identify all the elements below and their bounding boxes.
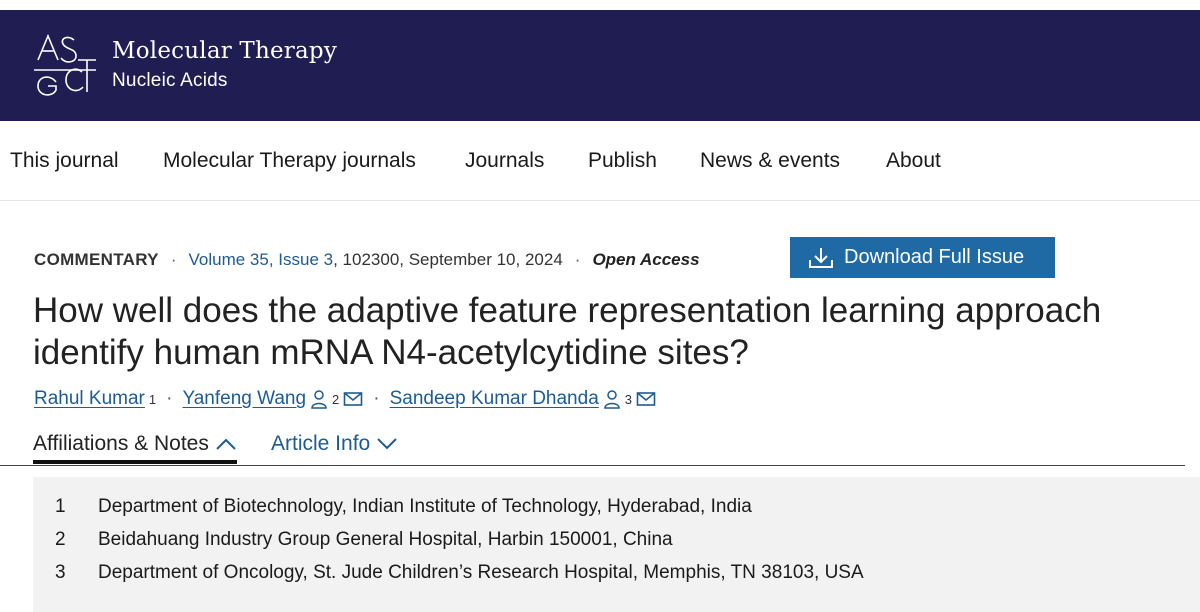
separator-dot: ·	[166, 388, 173, 409]
author-list: Rahul Kumar 1 · Yanfeng Wang 2 · Sandeep…	[34, 388, 656, 410]
person-icon[interactable]	[310, 389, 328, 409]
journal-title[interactable]: Molecular Therapy	[112, 38, 337, 64]
journal-name[interactable]: Molecular Therapy Nucleic Acids	[112, 38, 337, 92]
author-link[interactable]: Yanfeng Wang	[182, 388, 306, 410]
tab-label: Affiliations & Notes	[33, 432, 209, 455]
tab-label: Article Info	[271, 432, 371, 455]
affiliation-number: 3	[55, 562, 66, 583]
affiliations-panel: 1 Department of Biotechnology, Indian In…	[33, 477, 1200, 612]
article-meta: COMMENTARY · Volume 35, Issue 3 , 102300…	[34, 249, 700, 271]
author-affil-number: 3	[624, 391, 632, 407]
chevron-down-icon	[377, 438, 397, 450]
nav-item-about[interactable]: About	[886, 149, 941, 173]
nav-item-news-events[interactable]: News & events	[700, 149, 840, 173]
download-full-issue-button[interactable]: Download Full Issue	[790, 237, 1055, 278]
asgct-logo-icon[interactable]	[30, 30, 100, 100]
main-nav: This journal Molecular Therapy journals …	[0, 121, 1200, 201]
article-type: COMMENTARY	[34, 250, 159, 269]
journal-subtitle[interactable]: Nucleic Acids	[112, 70, 337, 92]
volume-issue-link[interactable]: Volume 35, Issue 3	[189, 250, 334, 270]
nav-item-molecular-therapy-journals[interactable]: Molecular Therapy journals	[163, 149, 416, 173]
tab-article-info[interactable]: Article Info	[271, 432, 398, 456]
affiliation-number: 1	[55, 496, 66, 517]
separator-dot: ·	[170, 250, 177, 269]
email-icon[interactable]	[343, 391, 363, 407]
affiliation-text: Beidahuang Industry Group General Hospit…	[98, 529, 673, 550]
separator-dot: ·	[574, 250, 581, 269]
affiliation-number: 2	[55, 529, 66, 550]
article-title: How well does the adaptive feature repre…	[33, 291, 1102, 372]
nav-item-publish[interactable]: Publish	[588, 149, 657, 173]
nav-item-this-journal[interactable]: This journal	[10, 149, 119, 173]
separator-dot: ·	[373, 388, 380, 409]
download-icon	[809, 247, 833, 268]
email-icon[interactable]	[636, 391, 656, 407]
author-link[interactable]: Sandeep Kumar Dhanda	[390, 388, 599, 410]
author-affil-number: 1	[148, 391, 157, 407]
author-affil-number: 2	[332, 391, 340, 407]
nav-item-journals[interactable]: Journals	[465, 149, 544, 173]
author-link[interactable]: Rahul Kumar	[34, 388, 145, 410]
affiliation-text: Department of Biotechnology, Indian Inst…	[98, 496, 752, 517]
tab-affiliations-notes[interactable]: Affiliations & Notes	[33, 432, 237, 464]
site-header: Molecular Therapy Nucleic Acids	[0, 10, 1200, 121]
affiliation-text: Department of Oncology, St. Jude Childre…	[98, 562, 864, 583]
chevron-up-icon	[216, 438, 236, 450]
person-icon[interactable]	[603, 389, 621, 409]
citation-details: , 102300, September 10, 2024	[333, 250, 563, 269]
download-button-label: Download Full Issue	[844, 246, 1025, 268]
open-access-label: Open Access	[592, 250, 700, 269]
article-tabs: Affiliations & Notes Article Info	[0, 432, 1185, 466]
